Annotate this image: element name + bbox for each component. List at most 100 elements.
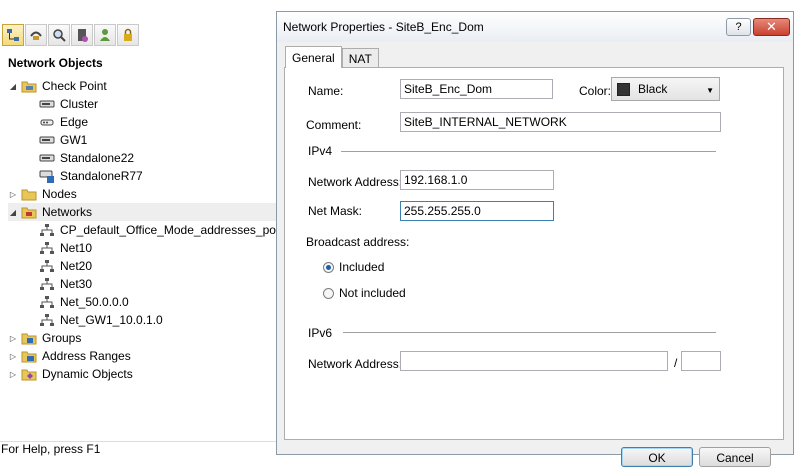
name-label: Name: [308,84,344,98]
ipv4-separator [341,151,716,152]
gateway-device-icon [39,133,55,147]
ipv4-section-label: IPv4 [308,144,333,158]
lock-icon [124,28,132,41]
color-dropdown[interactable]: Black ▼ [611,77,720,101]
tree-item-net10[interactable]: Net10 [26,239,92,257]
tree-item-address-ranges[interactable]: ▷ Address Ranges [8,347,131,365]
cancel-button[interactable]: Cancel [699,447,771,467]
network-icon [39,313,55,327]
ipv6-prefix-separator: / [674,356,678,370]
color-swatch [617,82,630,96]
gateway-device-icon [39,151,55,165]
tree-item-label: Net30 [60,277,93,291]
network-objects-icon [7,29,19,41]
expanded-arrow-icon[interactable]: ◢ [8,207,18,217]
vpn-communities-tab-button[interactable] [117,24,139,46]
tree-item-nodes[interactable]: ▷ Nodes [8,185,77,203]
tree-item-label: GW1 [60,133,88,147]
tree-item-label: Net_50.0.0.0 [60,295,129,309]
tree-item-label: Edge [60,115,89,129]
folder-ip-icon [21,349,37,363]
tab-general[interactable]: General [285,46,342,68]
color-value: Black [638,82,668,96]
tree-item-net-gw1[interactable]: Net_GW1_10.0.1.0 [26,311,163,329]
expanded-arrow-icon[interactable]: ◢ [8,81,18,91]
ipv6-network-address-input[interactable] [400,351,668,371]
close-button[interactable]: ✕ [753,18,790,36]
name-input[interactable]: SiteB_Enc_Dom [400,79,553,99]
resources-tab-button[interactable] [48,24,70,46]
dialog-title: Network Properties - SiteB_Enc_Dom [283,20,484,34]
help-button[interactable]: ? [726,18,751,36]
network-icon [39,277,55,291]
folder-icon [21,187,37,201]
network-icon [39,241,55,255]
tree-item-label: CP_default_Office_Mode_addresses_poo [60,223,283,237]
ipv6-prefix-input[interactable] [681,351,721,371]
network-icon [39,259,55,273]
network-objects-panel: Network Objects ◢ Check Point Cluster Ed… [0,0,283,456]
tree-item-groups[interactable]: ▷ Groups [8,329,81,347]
broadcast-not-included-radio[interactable]: Not included [323,286,406,300]
broadcast-not-included-label: Not included [339,286,406,300]
network-objects-tab-button[interactable] [2,24,24,46]
tree-item-gw1[interactable]: GW1 [26,131,87,149]
services-tab-button[interactable] [25,24,47,46]
tree-item-label: Address Ranges [42,349,131,363]
ipv6-section-label: IPv6 [308,326,333,340]
status-bar: For Help, press F1 [0,441,277,456]
dropdown-arrow-icon: ▼ [706,86,714,95]
tree-title: Network Objects [8,56,103,70]
tab-nat[interactable]: NAT [341,48,379,68]
radio-selected-icon [323,261,334,273]
tree-item-net20[interactable]: Net20 [26,257,92,275]
broadcast-address-label: Broadcast address: [306,235,410,249]
network-properties-dialog: Network Properties - SiteB_Enc_Dom ? ✕ G… [276,11,794,455]
tree-item-label: Net10 [60,241,93,255]
collapsed-arrow-icon[interactable]: ▷ [8,189,18,199]
tree-item-check-point[interactable]: ◢ Check Point [8,77,107,95]
collapsed-arrow-icon[interactable]: ▷ [8,333,18,343]
tree-item-label: Net20 [60,259,93,273]
folder-dynamic-icon [21,367,37,381]
objects-toolbar [2,24,139,48]
folder-icon [21,79,37,93]
collapsed-arrow-icon[interactable]: ▷ [8,369,18,379]
broadcast-included-label: Included [339,260,385,274]
tree-item-label: Check Point [42,79,107,93]
tree-item-label: Cluster [60,97,99,111]
dialog-tabs: General NAT [285,46,379,68]
comment-label: Comment: [306,118,362,132]
ipv6-network-address-label: Network Address: [308,357,403,371]
tree-item-standaloner77[interactable]: StandaloneR77 [26,167,143,185]
tree-item-label: Standalone22 [60,151,135,165]
tree-item-label: Networks [42,205,93,219]
tree-item-standalone22[interactable]: Standalone22 [26,149,134,167]
tree-item-label: Groups [42,331,82,345]
ipv6-separator [343,332,716,333]
broadcast-included-radio[interactable]: Included [323,260,384,274]
ok-button[interactable]: OK [621,447,693,467]
tree-item-cluster[interactable]: Cluster [26,95,98,113]
tree-item-dynamic-objects[interactable]: ▷ Dynamic Objects [8,365,133,383]
servers-tab-button[interactable] [71,24,93,46]
tree-item-net-50[interactable]: Net_50.0.0.0 [26,293,129,311]
users-tab-button[interactable] [94,24,116,46]
network-icon [39,223,55,237]
network-address-label: Network Address: [308,175,403,189]
comment-input[interactable]: SiteB_INTERNAL_NETWORK [400,112,721,132]
color-label: Color: [579,84,612,98]
tree-item-label: Nodes [42,187,77,201]
tree-item-label: Dynamic Objects [42,367,133,381]
tree-item-label: StandaloneR77 [60,169,143,183]
tree-item-cp-default-office-mode[interactable]: CP_default_Office_Mode_addresses_poo [26,221,283,239]
collapsed-arrow-icon[interactable]: ▷ [8,351,18,361]
tree-item-net30[interactable]: Net30 [26,275,92,293]
tree-item-networks[interactable]: ◢ Networks [8,203,276,221]
network-address-input[interactable]: 192.168.1.0 [400,170,554,190]
radio-unselected-icon [323,287,334,299]
services-icon [30,31,42,40]
tree-item-edge[interactable]: Edge [26,113,88,131]
dialog-titlebar[interactable]: Network Properties - SiteB_Enc_Dom ? ✕ [277,12,793,42]
net-mask-input[interactable]: 255.255.255.0 [400,201,554,221]
